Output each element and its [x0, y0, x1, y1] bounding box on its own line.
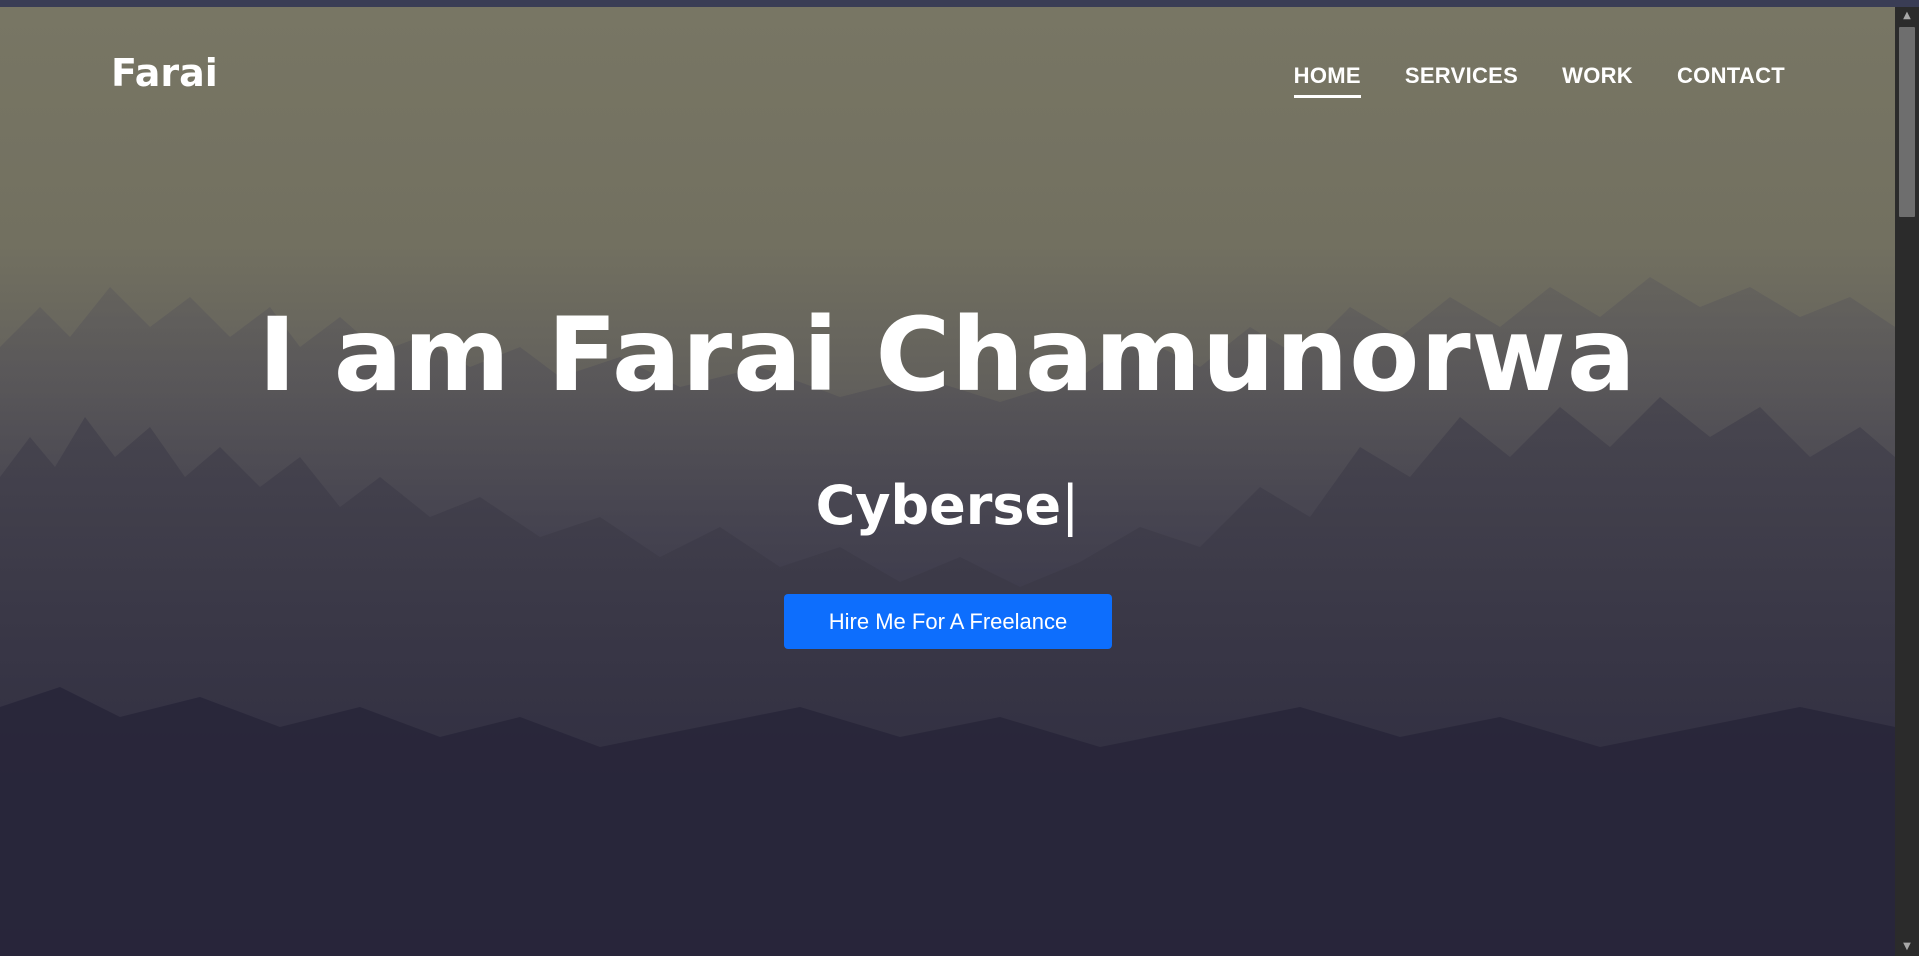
window-top-strip	[0, 0, 1919, 7]
typing-cursor: |	[1061, 474, 1080, 537]
brand-logo[interactable]: Farai	[111, 51, 218, 95]
nav-item-home[interactable]: HOME	[1293, 63, 1362, 98]
hero-section: Farai HOME SERVICES WORK CONTACT I am Fa…	[0, 7, 1895, 956]
nav-links: HOME SERVICES WORK CONTACT	[1293, 63, 1785, 98]
hero-title: I am Farai Chamunorwa	[258, 296, 1637, 415]
triangle-down-icon[interactable]: ▼	[1895, 938, 1919, 956]
triangle-up-icon[interactable]: ▲	[1895, 7, 1919, 25]
typed-text: Cyberse	[815, 474, 1062, 537]
page-scrollbar[interactable]: ▲ ▼	[1895, 7, 1919, 956]
hero-typed-subtitle: Cyberse|	[0, 479, 1895, 533]
nav-item-work[interactable]: WORK	[1562, 63, 1633, 89]
navbar: Farai HOME SERVICES WORK CONTACT	[0, 7, 1895, 137]
scrollbar-thumb[interactable]	[1899, 27, 1915, 217]
nav-item-contact[interactable]: CONTACT	[1677, 63, 1785, 89]
nav-item-services[interactable]: SERVICES	[1405, 63, 1518, 89]
hire-me-button[interactable]: Hire Me For A Freelance	[784, 594, 1112, 649]
